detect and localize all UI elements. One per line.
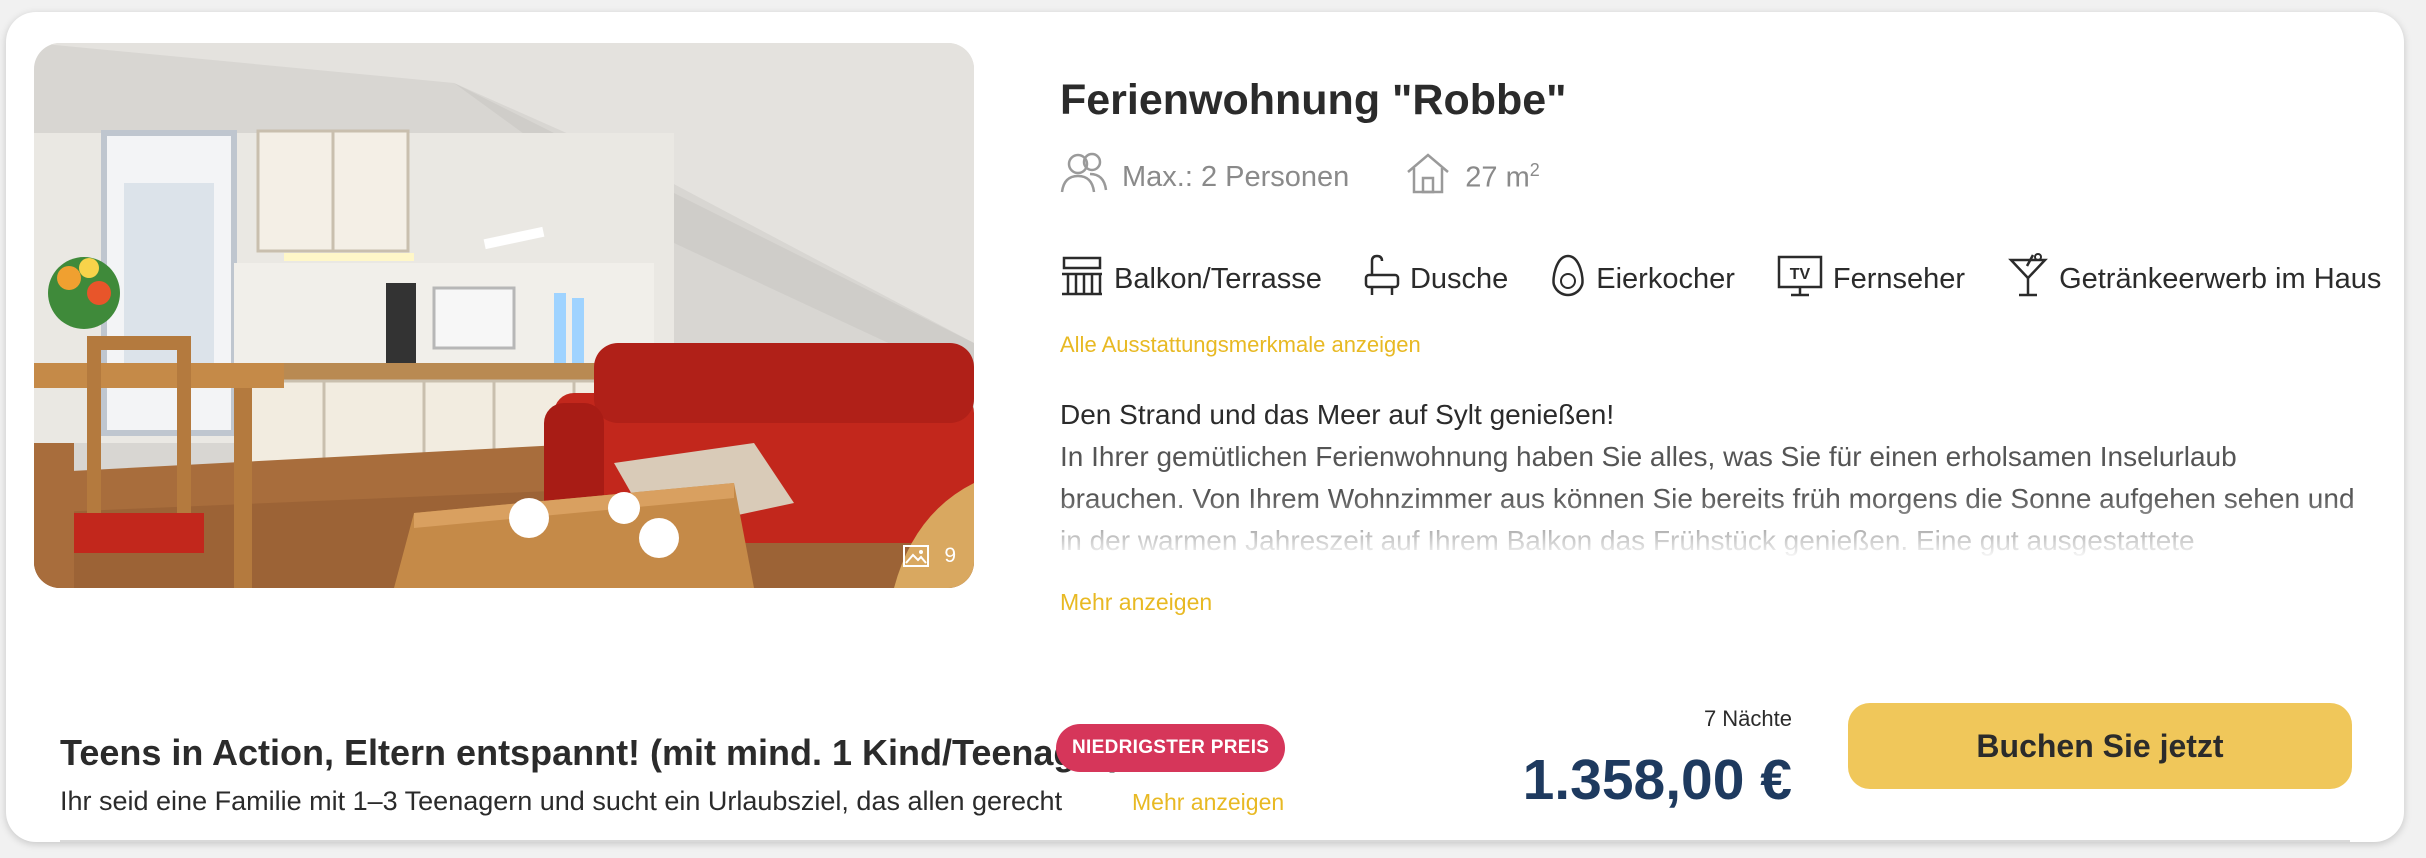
show-more-rate-link[interactable]: Mehr anzeigen [1132,789,1284,816]
feature-label: Fernseher [1832,262,1966,295]
apartment-meta: Max.: 2 Personen 27 m2 [1060,152,1596,202]
apartment-card: 9 Ferienwohnung "Robbe" Max.: 2 Personen [6,12,2404,842]
size-unit-sup: 2 [1529,159,1540,180]
rate-description: Ihr seid eine Familie mit 1–3 Teenagern … [60,786,1063,816]
photo-count[interactable]: 9 [902,544,956,568]
tv-icon: TV [1777,253,1823,305]
size-number: 27 m [1465,161,1530,194]
feature-label: Balkon/Terrasse [1114,262,1322,295]
photo-count-value: 9 [944,544,956,567]
egg-icon [1550,253,1586,305]
description-fade [1060,496,2360,556]
apartment-size: 27 m2 [1405,152,1540,202]
feature-egg-cooker: Eierkocher [1550,253,1735,305]
apartment-size-value: 27 m2 [1465,160,1540,195]
show-more-description-link[interactable]: Mehr anzeigen [1060,589,1212,616]
total-price: 1.358,00 € [1522,748,1792,812]
feature-label: Eierkocher [1596,262,1735,295]
divider [60,840,2350,842]
max-persons-label: Max.: 2 Personen [1122,160,1350,193]
max-persons: Max.: 2 Personen [1060,152,1349,202]
bathtub-icon [1364,253,1400,305]
feature-label: Getränkeerwerb im Haus [2059,262,2382,295]
rate-title: Teens in Action, Eltern entspannt! (mit … [60,732,1122,773]
apartment-photo[interactable]: 9 [34,43,974,588]
show-all-features-link[interactable]: Alle Ausstattungsmerkmale anzeigen [1060,332,1421,358]
balcony-icon [1060,254,1104,304]
persons-icon [1060,152,1108,202]
nights-count: 7 Nächte [1703,706,1792,731]
description-lead: Den Strand und das Meer auf Sylt genieße… [1060,399,1615,430]
house-icon [1405,152,1451,202]
feature-label: Dusche [1409,262,1509,295]
apartment-title: Ferienwohnung "Robbe" [1060,76,1567,124]
feature-balcony: Balkon/Terrasse [1060,254,1322,304]
apartment-photo-image [34,43,974,588]
feature-tv: TV Fernseher [1777,253,1965,305]
lowest-price-badge: NIEDRIGSTER PREIS [1056,724,1286,772]
book-now-button[interactable]: Buchen Sie jetzt [1848,703,2352,789]
svg-text:TV: TV [1790,266,1811,283]
feature-drinks: Getränkeerwerb im Haus [2007,252,2381,306]
cocktail-icon [2007,252,2049,306]
apartment-description: Den Strand und das Meer auf Sylt genieße… [1060,394,2360,556]
feature-shower: Dusche [1364,253,1508,305]
feature-list: Balkon/Terrasse Dusche Eierkocher TV Fer… [1060,252,2381,306]
gallery-icon [902,544,930,568]
